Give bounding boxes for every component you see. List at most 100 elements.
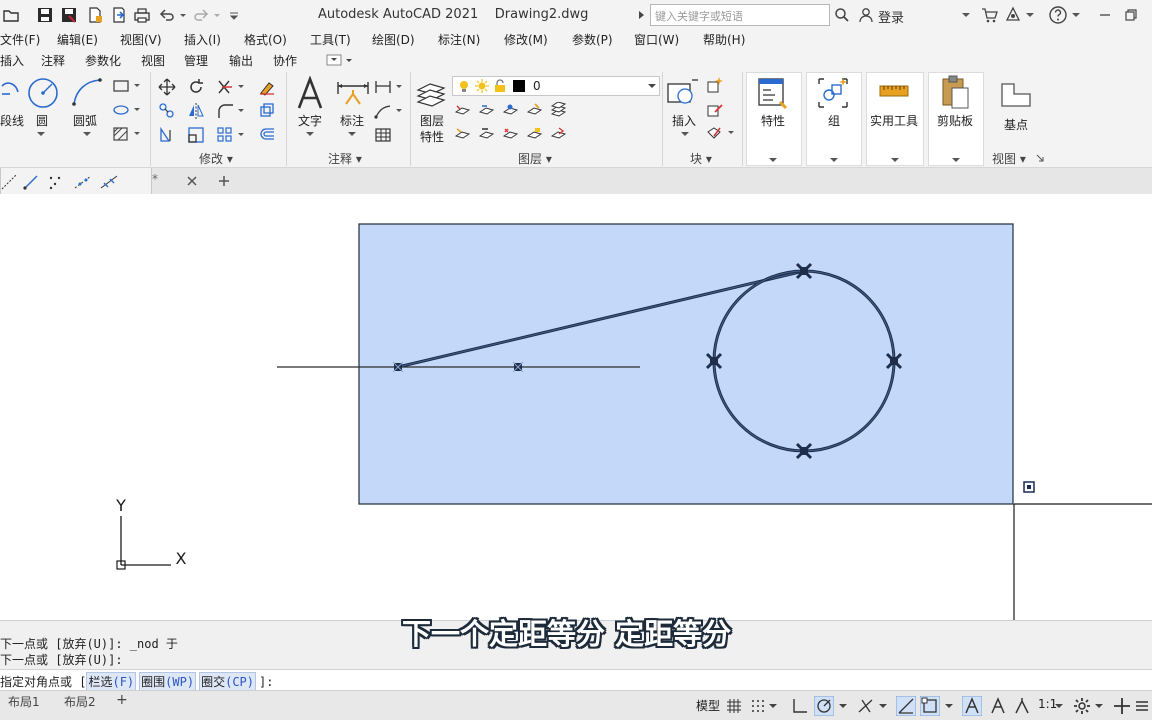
layer-dropdown-icon[interactable] [647, 83, 657, 91]
hatch-icon[interactable] [112, 126, 142, 142]
workspace-gear-icon[interactable] [1072, 696, 1092, 716]
measure-divide-icon[interactable] [99, 174, 119, 190]
edit-attributes-icon[interactable] [706, 124, 736, 142]
insert-block-icon[interactable] [666, 76, 700, 110]
tab-parametric[interactable]: 参数化 [85, 52, 121, 69]
offset-icon[interactable] [258, 126, 276, 144]
properties-dropdown-icon[interactable] [768, 156, 778, 164]
properties-icon[interactable] [756, 76, 790, 110]
polar-tracking-icon[interactable] [814, 696, 834, 716]
minimize-icon[interactable] [1098, 8, 1112, 22]
object-snap-icon[interactable] [920, 696, 940, 716]
dimension-dropdown-icon[interactable] [347, 130, 357, 138]
mirror-icon[interactable] [187, 102, 205, 120]
panel-launcher-icon[interactable] [1036, 154, 1044, 162]
object-snap-tracking-icon[interactable] [896, 696, 916, 716]
annotation-panel-title[interactable]: 注释 ▾ [328, 150, 362, 167]
node-marker[interactable] [512, 361, 524, 373]
save-icon[interactable] [36, 6, 54, 24]
customize-qat-icon[interactable] [228, 6, 240, 24]
scale-dropdown-icon[interactable] [1054, 696, 1064, 716]
paste-icon[interactable] [940, 74, 972, 110]
ray-icon[interactable] [23, 174, 39, 190]
command-input[interactable]: 指定对角点或 [栏选(F) 圈围(WP) 圈交(CP)]: [0, 669, 1152, 691]
base-point-icon[interactable] [998, 80, 1034, 110]
menu-parametric[interactable]: 参数(P) [572, 31, 613, 48]
ortho-icon[interactable] [790, 696, 810, 716]
new-tab-icon[interactable] [218, 175, 230, 187]
annotation-scale-icon[interactable] [1012, 696, 1032, 716]
layer-tool-icon[interactable] [526, 126, 542, 142]
move-icon[interactable] [158, 78, 176, 96]
tab-view[interactable]: 视图 [141, 52, 165, 69]
layer-properties-icon[interactable] [414, 76, 448, 110]
arc-icon[interactable] [70, 76, 104, 110]
copy-icon[interactable] [158, 102, 176, 120]
menu-edit[interactable]: 编辑(E) [57, 31, 98, 48]
group-icon[interactable] [816, 76, 850, 110]
menu-window[interactable]: 窗口(W) [634, 31, 679, 48]
search-input[interactable]: 键入关键字或短语 [650, 4, 830, 26]
scale-icon[interactable] [187, 126, 205, 144]
layer-tool-icon[interactable] [478, 102, 494, 118]
polyline-icon[interactable] [0, 78, 22, 108]
explode-icon[interactable] [258, 102, 276, 120]
snap-icon[interactable] [748, 696, 768, 716]
option-wpolygon[interactable]: 圈围(WP) [139, 672, 197, 691]
divide-icon[interactable] [73, 174, 93, 190]
layer-tool-icon[interactable] [526, 102, 542, 118]
menu-modify[interactable]: 修改(M) [504, 31, 548, 48]
tab-insert[interactable]: 插入 [0, 52, 24, 69]
layer-on-icon[interactable] [457, 79, 471, 93]
create-block-icon[interactable] [706, 76, 724, 94]
table-icon[interactable] [374, 126, 392, 144]
layer-dropdown[interactable]: 0 [452, 76, 660, 96]
drawing-canvas[interactable]: Y X [0, 194, 1152, 620]
block-panel-title[interactable]: 块 ▾ [690, 150, 712, 167]
utilities-dropdown-icon[interactable] [890, 156, 900, 164]
layer-color-swatch[interactable] [513, 80, 525, 92]
model-space-button[interactable]: 模型 [696, 697, 720, 714]
ribbon-minimize-icon[interactable] [326, 54, 354, 66]
help-icon[interactable] [1048, 5, 1068, 25]
login-dropdown-icon[interactable] [962, 11, 970, 19]
menu-format[interactable]: 格式(O) [244, 31, 287, 48]
fillet-icon[interactable] [216, 102, 246, 120]
a360-icon[interactable] [1004, 6, 1022, 24]
menu-view[interactable]: 视图(V) [120, 31, 162, 48]
multiple-points-icon[interactable] [47, 174, 63, 190]
annotation-monitor-icon[interactable] [1112, 696, 1132, 716]
close-tab-icon[interactable] [186, 175, 198, 187]
ellipse-icon[interactable] [112, 102, 142, 118]
expand-arrow-icon[interactable] [638, 10, 646, 20]
layer-tool-icon[interactable] [454, 126, 470, 142]
layer-tool-icon[interactable] [502, 126, 518, 142]
file-tab-fragment[interactable]: * [152, 172, 158, 186]
layer-tool-icon[interactable] [478, 126, 494, 142]
redo-icon[interactable] [192, 6, 210, 24]
layer-tool-icon[interactable] [550, 126, 566, 142]
menu-draw[interactable]: 绘图(D) [372, 31, 415, 48]
view-panel-title[interactable]: 视图 ▾ [992, 150, 1026, 167]
layers-panel-title[interactable]: 图层 ▾ [518, 150, 552, 167]
trim-icon[interactable] [216, 78, 246, 96]
publish-icon[interactable] [110, 6, 128, 24]
option-cpolygon[interactable]: 圈交(CP) [199, 672, 256, 691]
construction-line-icon[interactable] [1, 174, 17, 190]
user-icon[interactable] [858, 7, 874, 23]
workspace-dropdown-icon[interactable] [1094, 696, 1104, 716]
leader-icon[interactable] [374, 102, 404, 120]
edit-block-icon[interactable] [706, 100, 724, 118]
rectangle-icon[interactable] [112, 78, 142, 94]
layer-tool-icon[interactable] [550, 102, 566, 118]
redo-dropdown-icon[interactable] [212, 6, 222, 24]
layer-tool-icon[interactable] [502, 102, 518, 118]
plot-icon[interactable] [133, 6, 151, 24]
cart-icon[interactable] [980, 6, 998, 24]
menu-tools[interactable]: 工具(T) [310, 31, 351, 48]
snap-dropdown-icon[interactable] [768, 696, 778, 716]
measure-icon[interactable] [878, 80, 910, 104]
auto-scale-icon[interactable] [988, 696, 1008, 716]
dimension-icon[interactable] [336, 76, 370, 110]
annotation-visibility-icon[interactable] [962, 696, 982, 716]
